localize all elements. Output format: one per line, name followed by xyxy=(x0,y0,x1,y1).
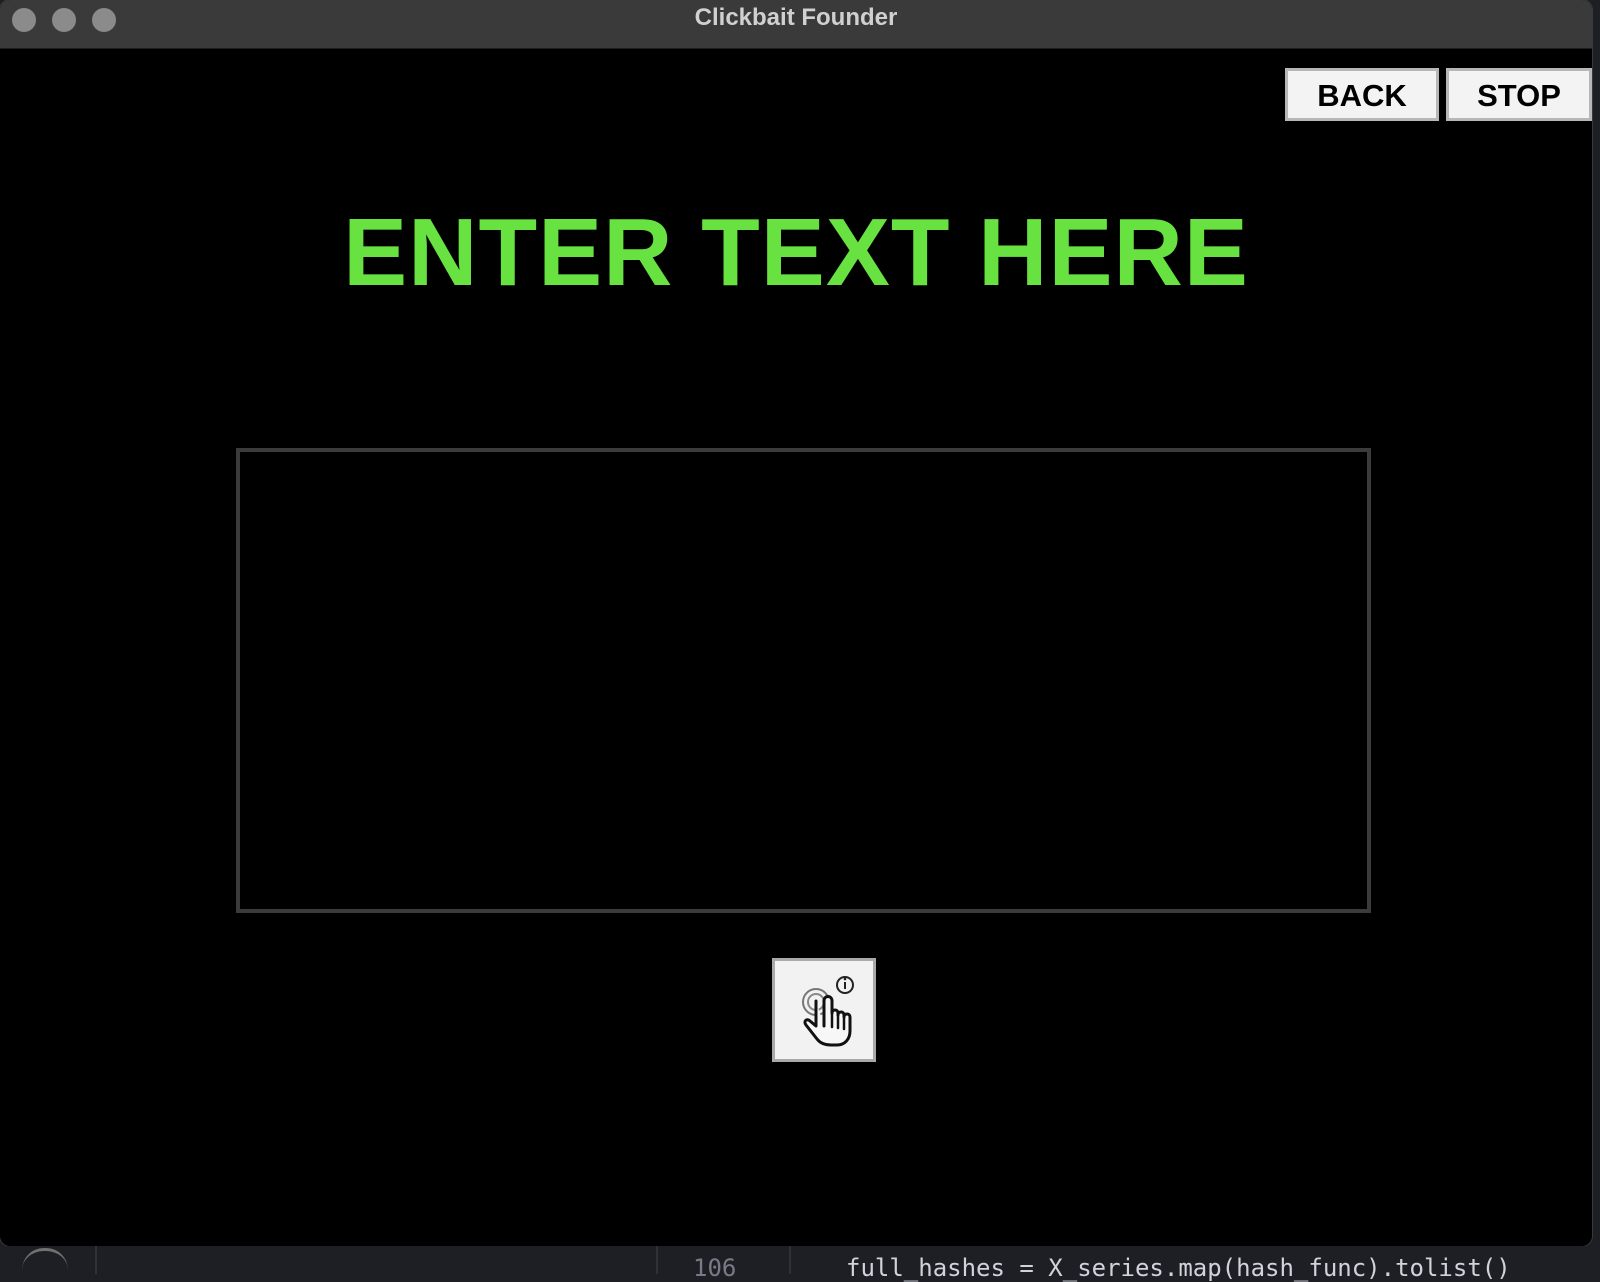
window-title: Clickbait Founder xyxy=(694,4,898,31)
touch-info-button[interactable] xyxy=(772,958,876,1062)
touch-info-icon xyxy=(802,976,854,1047)
editor-code-line: full_hashes = X_series.map(hash_func).to… xyxy=(846,1254,1511,1282)
editor-divider xyxy=(95,1246,97,1274)
title-bar: Clickbait Founder xyxy=(0,0,1592,49)
editor-line-number: 106 xyxy=(693,1254,737,1282)
editor-divider xyxy=(789,1246,791,1274)
page-title: ENTER TEXT HERE xyxy=(343,199,1249,306)
app-window: Clickbait Founder BACK STOP ENTER TEXT H… xyxy=(0,0,1592,1246)
editor-divider xyxy=(656,1246,658,1274)
stop-button[interactable]: STOP xyxy=(1446,68,1592,121)
back-button[interactable]: BACK xyxy=(1285,68,1439,121)
text-entry-area[interactable] xyxy=(236,448,1371,913)
